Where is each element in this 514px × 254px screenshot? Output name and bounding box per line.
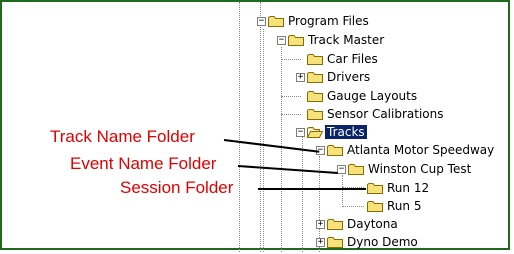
tree-item-run-12[interactable]: Run 12 xyxy=(385,181,431,195)
tree-guide xyxy=(260,2,261,252)
annotation-event-name-folder: Event Name Folder xyxy=(70,154,217,173)
folder-icon xyxy=(327,236,343,248)
tree-item-drivers[interactable]: Drivers xyxy=(325,70,372,84)
folder-icon xyxy=(327,218,343,230)
expand-toggle[interactable]: + xyxy=(316,238,325,247)
annotation-pointer-line xyxy=(258,188,366,190)
tree-view-panel: − Program Files − Track Master Car Files… xyxy=(0,0,510,252)
collapse-toggle[interactable]: − xyxy=(337,165,346,174)
tree-item-dyno-demo[interactable]: Dyno Demo xyxy=(345,235,420,249)
tree-guide xyxy=(342,175,343,207)
annotation-track-name-folder: Track Name Folder xyxy=(50,127,195,146)
folder-icon xyxy=(367,200,383,212)
folder-icon xyxy=(327,144,343,156)
collapse-toggle[interactable]: − xyxy=(277,36,286,45)
tree-connector xyxy=(281,59,301,60)
open-folder-icon xyxy=(307,126,323,138)
folder-icon xyxy=(268,15,284,27)
folder-icon xyxy=(307,108,323,120)
tree-guide xyxy=(302,137,303,252)
expand-toggle[interactable]: + xyxy=(316,220,325,229)
tree-guide xyxy=(263,29,264,252)
tree-guide xyxy=(239,2,240,252)
tree-guide xyxy=(281,47,282,252)
tree-item-run-5[interactable]: Run 5 xyxy=(385,199,423,213)
tree-item-tracks[interactable]: Tracks xyxy=(324,124,368,140)
folder-icon xyxy=(307,71,323,83)
tree-item-daytona[interactable]: Daytona xyxy=(345,217,400,231)
tree-item-winston-cup-test[interactable]: Winston Cup Test xyxy=(366,162,473,176)
tree-item-track-master[interactable]: Track Master xyxy=(306,33,386,47)
tree-connector xyxy=(281,114,301,115)
tree-connector xyxy=(342,206,364,207)
folder-icon xyxy=(307,90,323,102)
collapse-toggle[interactable]: − xyxy=(296,128,305,137)
tree-item-atlanta-motor-speedway[interactable]: Atlanta Motor Speedway xyxy=(345,143,496,157)
folder-icon xyxy=(348,163,364,175)
folder-icon xyxy=(367,182,383,194)
tree-item-sensor-calibrations[interactable]: Sensor Calibrations xyxy=(325,107,446,121)
tree-item-gauge-layouts[interactable]: Gauge Layouts xyxy=(325,89,419,103)
folder-icon xyxy=(288,34,304,46)
annotation-session-folder: Session Folder xyxy=(120,178,234,197)
expand-toggle[interactable]: + xyxy=(296,73,305,82)
annotation-pointer-line xyxy=(237,165,338,174)
tree-item-car-files[interactable]: Car Files xyxy=(325,52,380,66)
tree-item-program-files[interactable]: Program Files xyxy=(286,14,371,28)
folder-tree: − Program Files − Track Master Car Files… xyxy=(2,2,508,252)
folder-icon xyxy=(307,53,323,65)
collapse-toggle[interactable]: − xyxy=(257,17,266,26)
tree-connector xyxy=(281,96,301,97)
